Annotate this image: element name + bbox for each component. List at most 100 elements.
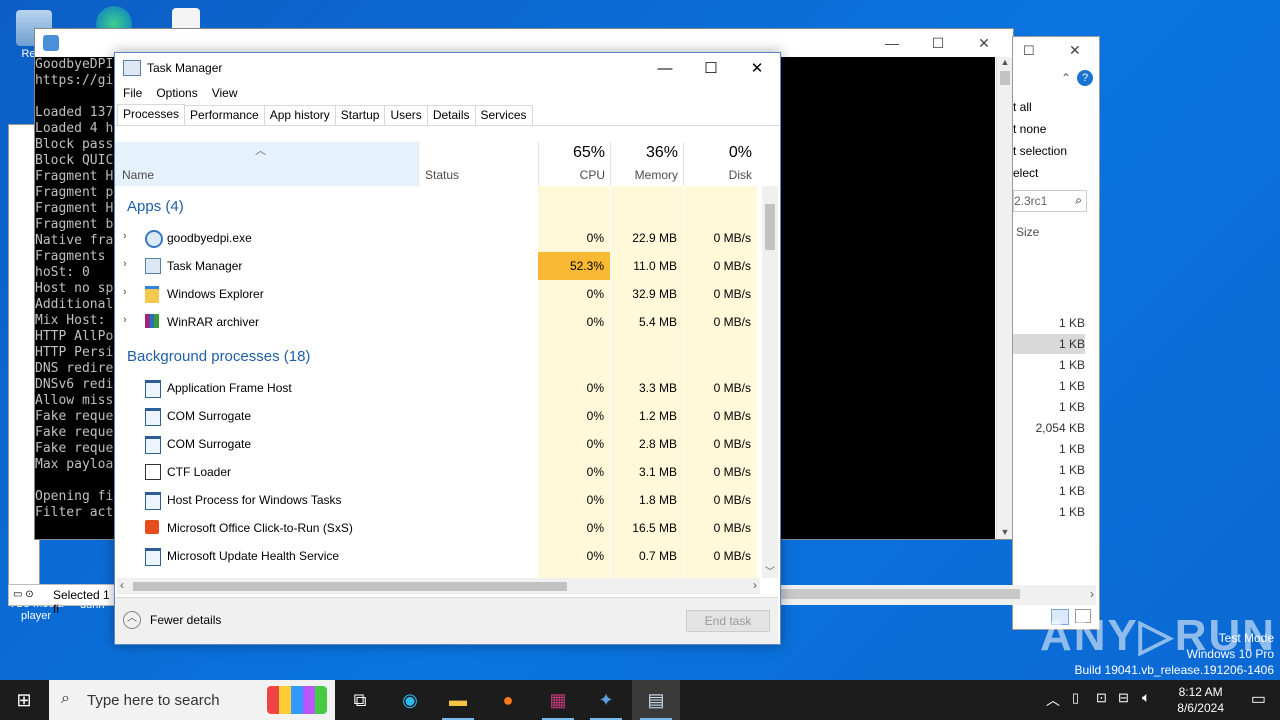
invert-selection-item[interactable]: t selection — [1013, 144, 1067, 158]
ribbon-collapse-icon[interactable]: ⌃ — [1061, 71, 1071, 85]
process-row[interactable]: CTF Loader 0% 3.1 MB 0 MB/s — [115, 458, 758, 486]
select-item[interactable]: elect — [1013, 166, 1038, 180]
size-cell[interactable]: 1 KB — [1013, 397, 1085, 417]
size-cell[interactable]: 2,054 KB — [1013, 418, 1085, 438]
minimize-button[interactable]: — — [642, 60, 688, 77]
process-row[interactable]: › WinRAR archiver 0% 5.4 MB 0 MB/s — [115, 308, 758, 336]
process-row[interactable]: COM Surrogate 0% 1.2 MB 0 MB/s — [115, 402, 758, 430]
menu-file[interactable]: File — [123, 86, 142, 100]
size-cell[interactable]: 1 KB — [1013, 460, 1085, 480]
status-header-label: Status — [425, 168, 460, 182]
expand-chevron-icon[interactable]: › — [123, 258, 127, 270]
tab-performance[interactable]: Performance — [184, 105, 265, 125]
expand-chevron-icon[interactable]: › — [123, 230, 127, 242]
process-row[interactable]: › Task Manager 52.3% 11.0 MB 0 MB/s — [115, 252, 758, 280]
select-none-item[interactable]: t none — [1013, 122, 1046, 136]
menu-view[interactable]: View — [212, 86, 238, 100]
size-cell[interactable]: 1 KB — [1013, 439, 1085, 459]
tab-app-history[interactable]: App history — [263, 105, 336, 125]
process-row[interactable]: Application Frame Host 0% 3.3 MB 0 MB/s — [115, 374, 758, 402]
vscroll-thumb[interactable] — [765, 204, 775, 250]
search-box[interactable]: 2.3rc1 ⌕ — [1013, 190, 1087, 212]
process-row[interactable]: Host Process for Windows Tasks 0% 1.8 MB 0 … — [115, 486, 758, 514]
scroll-up-icon[interactable]: ▲ — [997, 57, 1013, 67]
task-manager-window[interactable]: Task Manager — ☐ ✕ File Options View Pro… — [114, 52, 781, 645]
maximize-button[interactable]: ☐ — [1023, 43, 1035, 59]
tab-processes[interactable]: Processes — [117, 104, 186, 125]
size-cell[interactable]: 1 KB — [1013, 502, 1085, 522]
explorer-hscroll[interactable]: › — [780, 585, 1096, 605]
tab-details[interactable]: Details — [426, 105, 476, 125]
network-icon[interactable]: ⊟ — [1118, 690, 1129, 706]
size-cell[interactable]: 1 KB — [1013, 334, 1085, 354]
vertical-scrollbar[interactable]: ﹀ — [762, 186, 778, 578]
process-row[interactable]: Microsoft Update Health Service 0% 0.7 MB 0… — [115, 542, 758, 570]
scroll-down-icon[interactable]: ﹀ — [762, 563, 778, 578]
status-column-header[interactable]: Status — [418, 142, 539, 186]
name-column-header[interactable]: ︿ Name — [115, 142, 418, 186]
show-hidden-icons-icon[interactable]: ︿ — [1046, 690, 1060, 710]
volume-icon[interactable]: 🔈︎ — [1142, 689, 1150, 706]
cpu-column-header[interactable]: 65% CPU — [538, 142, 611, 186]
edge-taskbar-icon[interactable]: ◉ — [386, 680, 434, 720]
device-icon[interactable]: ⊡ — [1096, 690, 1107, 706]
process-row[interactable]: › goodbyedpi.exe 0% 22.9 MB 0 MB/s — [115, 224, 758, 252]
expand-chevron-icon[interactable]: › — [123, 314, 127, 326]
process-row[interactable]: › Windows Explorer 0% 32.9 MB 0 MB/s — [115, 280, 758, 308]
menu-options[interactable]: Options — [156, 86, 197, 100]
process-disk: 0 MB/s — [713, 549, 751, 563]
scroll-thumb[interactable] — [1000, 71, 1010, 85]
size-cell[interactable]: 1 KB — [1013, 355, 1085, 375]
help-icon[interactable]: ? — [1077, 70, 1093, 86]
firefox-taskbar-icon[interactable]: ● — [484, 680, 532, 720]
minimize-button[interactable]: — — [869, 35, 915, 51]
taskmanager-taskbar-icon[interactable]: ▤ — [632, 680, 680, 720]
taskbar-search[interactable]: ⌕ Type here to search — [49, 680, 335, 720]
background-group-header[interactable]: Background processes (18) — [127, 348, 310, 365]
scroll-down-icon[interactable]: ▼ — [997, 527, 1013, 537]
process-cpu: 0% — [586, 315, 604, 329]
goodbyedpi-taskbar-icon[interactable]: ✦ — [582, 680, 630, 720]
chevron-right-icon[interactable]: › — [1090, 587, 1094, 601]
size-column-header[interactable]: Size — [1016, 225, 1039, 239]
size-cell[interactable]: 1 KB — [1013, 481, 1085, 501]
tab-startup[interactable]: Startup — [334, 105, 386, 125]
chevron-right-icon[interactable]: › — [753, 578, 757, 592]
disk-column-header[interactable]: 0% Disk — [683, 142, 758, 186]
expand-chevron-icon[interactable]: › — [123, 286, 127, 298]
size-cell[interactable]: 1 KB — [1013, 313, 1085, 333]
start-button[interactable]: ⊞ — [0, 680, 48, 720]
hscroll-thumb[interactable] — [780, 589, 1020, 599]
search-input[interactable]: 2.3rc1 — [1014, 194, 1047, 208]
clock[interactable]: 8:12 AM 8/6/2024 — [1177, 684, 1224, 716]
tab-users[interactable]: Users — [384, 105, 428, 125]
maximize-button[interactable]: ☐ — [688, 59, 734, 77]
notifications-icon[interactable]: ▭ — [1251, 689, 1266, 709]
explorer-taskbar-icon[interactable]: ▬ — [434, 680, 482, 720]
winrar-taskbar-icon[interactable]: ▦ — [534, 680, 582, 720]
process-row[interactable]: Microsoft Office Click-to-Run (SxS) 0% 16.… — [115, 514, 758, 542]
explorer-window[interactable]: ☐ ✕ ⌃ ? t all t none t selection elect 2… — [1012, 36, 1100, 630]
memory-column-header[interactable]: 36% Memory — [610, 142, 684, 186]
tab-services[interactable]: Services — [474, 105, 533, 125]
select-all-item[interactable]: t all — [1013, 100, 1032, 114]
process-mem: 16.5 MB — [632, 521, 677, 535]
horizontal-scrollbar[interactable]: ‹ › — [117, 578, 760, 594]
end-task-button[interactable]: End task — [686, 610, 770, 632]
process-row[interactable]: COM Surrogate 0% 2.8 MB 0 MB/s — [115, 430, 758, 458]
hscroll-thumb[interactable] — [133, 582, 567, 591]
fewer-details-button[interactable]: ︿ Fewer details — [123, 611, 221, 629]
size-cell[interactable]: 1 KB — [1013, 376, 1085, 396]
battery-icon[interactable]: ▯ — [1072, 690, 1079, 706]
chevron-left-icon[interactable]: ‹ — [120, 578, 124, 592]
close-button[interactable]: ✕ — [961, 35, 1007, 52]
task-view-button[interactable]: ⧉ — [336, 680, 384, 720]
maximize-button[interactable]: ☐ — [915, 35, 961, 52]
process-list: Apps (4) Background processes (18) › good… — [115, 186, 758, 578]
process-name: Microsoft Update Health Service — [167, 549, 340, 563]
close-button[interactable]: ✕ — [734, 59, 780, 77]
process-mem: 0.7 MB — [638, 549, 677, 563]
console-scrollbar[interactable]: ▲ ▼ — [996, 57, 1013, 539]
close-button[interactable]: ✕ — [1069, 42, 1081, 59]
apps-group-header[interactable]: Apps (4) — [127, 198, 184, 215]
